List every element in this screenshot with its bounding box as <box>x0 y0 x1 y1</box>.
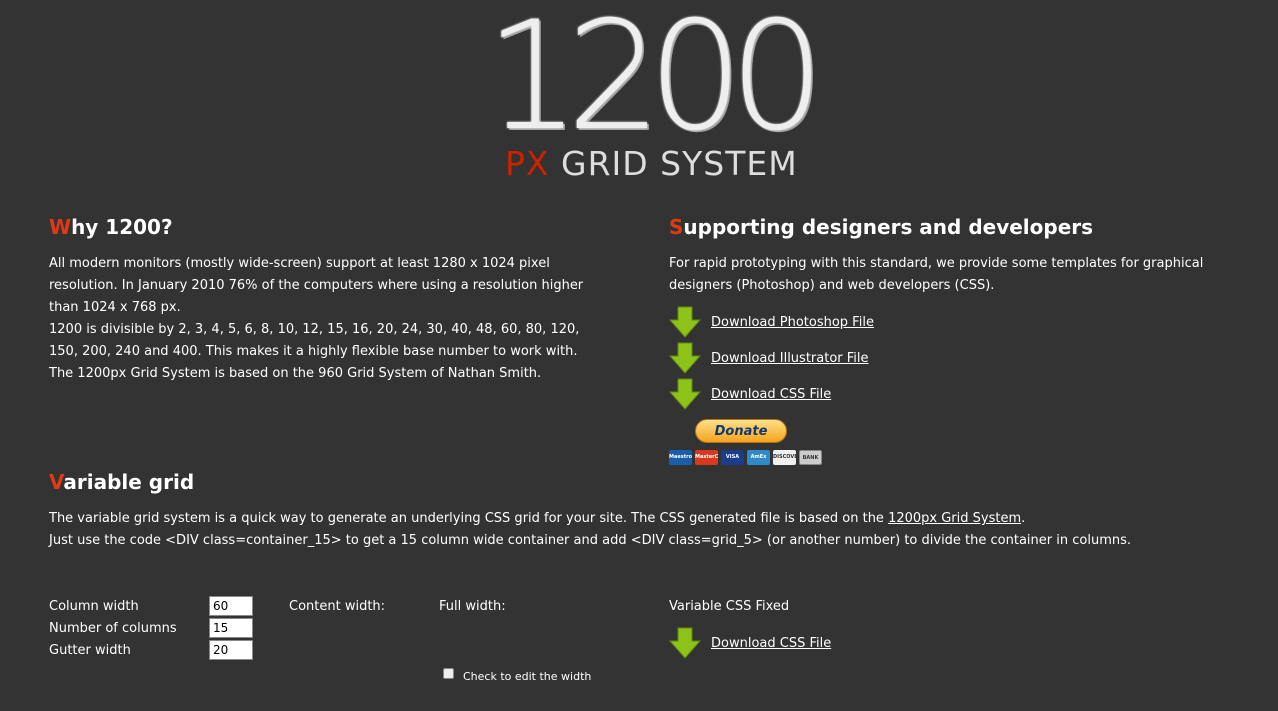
why-heading: Why 1200? <box>49 215 173 239</box>
visa-card-icon: VISA <box>721 450 744 465</box>
column-width-label: Column width <box>49 599 139 614</box>
variable-line-1-end: . <box>1021 511 1026 526</box>
variable-line-1-text: The variable grid system is a quick way … <box>49 511 889 526</box>
download-arrow-icon <box>669 627 701 659</box>
support-line: For rapid prototyping with this standard… <box>669 256 1204 271</box>
support-paragraph: For rapid prototyping with this standard… <box>669 253 1229 297</box>
bank-card-icon: BANK <box>799 450 822 465</box>
logo: 1200 PX GRID SYSTEM <box>485 0 825 187</box>
why-paragraph: All modern monitors (mostly wide-screen)… <box>49 253 609 385</box>
download-arrow-icon <box>669 378 701 410</box>
variable-heading-rest: ariable grid <box>63 470 195 494</box>
donate-button[interactable]: Donate <box>695 419 787 443</box>
gutter-width-input[interactable] <box>209 640 253 660</box>
grid-system-link[interactable]: 1200px Grid System <box>888 511 1021 526</box>
why-line: resolution. In January 2010 76% of the c… <box>49 278 584 293</box>
column-width-input[interactable] <box>209 596 253 616</box>
download-photoshop-link[interactable]: Download Photoshop File <box>711 315 874 330</box>
download-arrow-icon <box>669 306 701 338</box>
download-css-row: Download CSS File <box>669 376 874 412</box>
num-columns-input[interactable] <box>209 618 253 638</box>
variable-line-2: Just use the code <DIV class=container_1… <box>49 533 1132 548</box>
download-list: Download Photoshop File Download Illustr… <box>669 304 874 412</box>
download-arrow-icon <box>669 342 701 374</box>
edit-width-checkbox[interactable] <box>443 668 454 679</box>
download-css-link[interactable]: Download CSS File <box>711 387 831 402</box>
download-css-fixed-row: Download CSS File <box>669 625 831 661</box>
num-columns-label: Number of columns <box>49 621 177 636</box>
css-fixed-label: Variable CSS Fixed <box>669 599 790 614</box>
payment-cards: Maestro MasterCard VISA AmEx DISCOVER BA… <box>669 450 822 465</box>
mastercard-card-icon: MasterCard <box>695 450 718 465</box>
support-heading-initial: S <box>669 215 684 239</box>
maestro-card-icon: Maestro <box>669 450 692 465</box>
why-heading-rest: hy 1200? <box>71 215 173 239</box>
variable-heading: Variable grid <box>49 470 194 494</box>
variable-heading-initial: V <box>49 470 64 494</box>
support-heading-rest: upporting designers and developers <box>683 215 1094 239</box>
content-width-label: Content width: <box>289 599 386 614</box>
why-heading-initial: W <box>49 215 72 239</box>
support-heading: Supporting designers and developers <box>669 215 1093 239</box>
download-css-fixed-link[interactable]: Download CSS File <box>711 636 831 651</box>
support-line: designers (Photoshop) and web developers… <box>669 278 995 293</box>
download-photoshop-row: Download Photoshop File <box>669 304 874 340</box>
logo-subtitle: PX GRID SYSTEM <box>505 144 797 184</box>
why-line: The 1200px Grid System is based on the 9… <box>49 366 542 381</box>
logo-grid-system: GRID SYSTEM <box>561 144 798 183</box>
download-illustrator-link[interactable]: Download Illustrator File <box>711 351 869 366</box>
full-width-label: Full width: <box>439 599 506 614</box>
discover-card-icon: DISCOVER <box>773 450 796 465</box>
download-illustrator-row: Download Illustrator File <box>669 340 874 376</box>
logo-px: PX <box>505 144 550 183</box>
why-line: All modern monitors (mostly wide-screen)… <box>49 256 550 271</box>
variable-line-1: The variable grid system is a quick way … <box>49 508 1249 530</box>
variable-paragraph: The variable grid system is a quick way … <box>49 508 1249 552</box>
gutter-width-label: Gutter width <box>49 643 131 658</box>
logo-number: 1200 <box>485 0 825 164</box>
why-line: 1200 is divisible by 2, 3, 4, 5, 6, 8, 1… <box>49 322 580 337</box>
why-line: 150, 200, 240 and 400. This makes it a h… <box>49 344 578 359</box>
amex-card-icon: AmEx <box>747 450 770 465</box>
edit-width-label: Check to edit the width <box>463 670 592 683</box>
why-line: than 1024 x 768 px. <box>49 300 181 315</box>
